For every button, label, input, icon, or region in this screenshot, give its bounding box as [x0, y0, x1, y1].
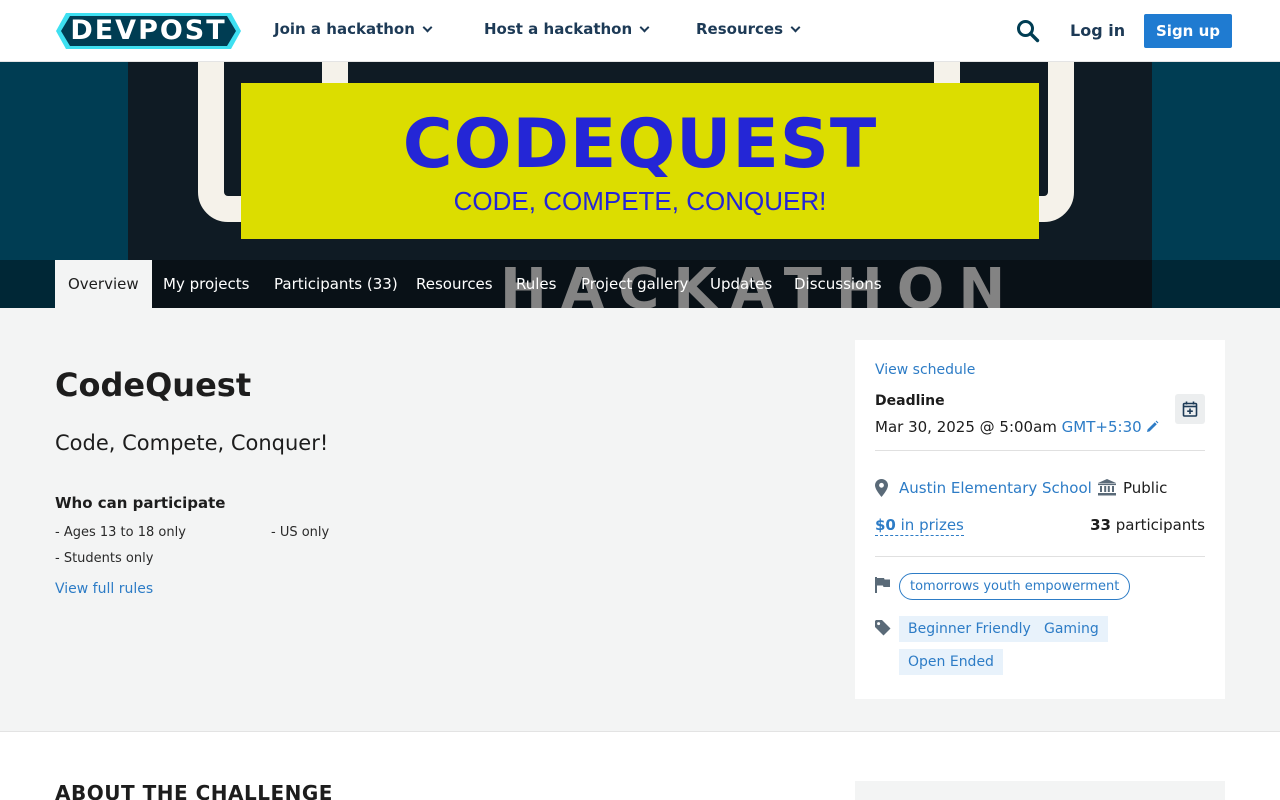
tab-participants[interactable]: Participants (33) — [274, 260, 398, 308]
bank-icon — [1098, 479, 1116, 496]
pencil-icon[interactable] — [1145, 420, 1159, 434]
tab-my-projects[interactable]: My projects — [163, 260, 249, 308]
view-schedule-link[interactable]: View schedule — [875, 362, 975, 378]
about-section: ABOUT THE CHALLENGE — [0, 731, 1280, 800]
eligibility-item: - Students only — [55, 551, 154, 566]
chevron-down-icon — [422, 22, 433, 33]
eligibility-item: - US only — [271, 525, 330, 540]
theme-tag[interactable]: Gaming — [1035, 616, 1108, 642]
flag-icon — [875, 577, 890, 593]
tag-icon — [875, 620, 891, 636]
sidebar-divider — [875, 450, 1205, 451]
participant-count-number: 33 — [1090, 516, 1111, 534]
eligibility-item-text: Ages 13 to 18 only — [63, 525, 186, 540]
prizes-link[interactable]: $0 in prizes — [875, 516, 964, 536]
challenge-tagline: Code, Compete, Conquer! — [55, 431, 329, 455]
challenge-tab-bar: Overview My projects Participants (33) R… — [0, 260, 1280, 308]
nav-host-hackathon[interactable]: Host a hackathon — [484, 20, 650, 38]
nav-join-hackathon[interactable]: Join a hackathon — [274, 20, 433, 38]
timezone-link[interactable]: GMT+5:30 — [1062, 418, 1142, 436]
lower-sidebar-card — [855, 781, 1225, 800]
eligibility-item-text: US only — [279, 525, 330, 540]
nav-resources-label: Resources — [696, 20, 784, 38]
participant-count: 33 participants — [1090, 516, 1205, 534]
tab-overview[interactable]: Overview — [55, 260, 152, 308]
chevron-down-icon — [790, 22, 801, 33]
about-heading: ABOUT THE CHALLENGE — [55, 781, 333, 800]
calendar-add-icon — [1182, 401, 1198, 417]
nav-resources[interactable]: Resources — [696, 20, 801, 38]
logo-text: DEVPOST — [70, 15, 227, 46]
tab-resources[interactable]: Resources — [416, 260, 493, 308]
page-title: CodeQuest — [55, 366, 252, 404]
eligibility-item-text: Students only — [63, 551, 154, 566]
login-link[interactable]: Log in — [1070, 21, 1125, 40]
challenge-sidebar: View schedule Deadline Mar 30, 2025 @ 5:… — [855, 340, 1225, 699]
nav-host-hackathon-label: Host a hackathon — [484, 20, 633, 38]
deadline-label: Deadline — [875, 393, 945, 409]
tab-rules[interactable]: Rules — [516, 260, 556, 308]
view-full-rules-link[interactable]: View full rules — [55, 581, 153, 597]
theme-tag[interactable]: Beginner Friendly — [899, 616, 1040, 642]
participant-count-suffix: participants — [1110, 516, 1205, 534]
signup-button[interactable]: Sign up — [1144, 14, 1232, 48]
add-to-calendar-button[interactable] — [1175, 394, 1205, 424]
location-link[interactable]: Austin Elementary School — [899, 479, 1092, 497]
nav-join-hackathon-label: Join a hackathon — [274, 20, 415, 38]
deadline-date: Mar 30, 2025 @ 5:00am — [875, 418, 1057, 436]
theme-tag[interactable]: Open Ended — [899, 649, 1003, 675]
tab-project-gallery[interactable]: Project gallery — [581, 260, 688, 308]
poster-subtitle: CODE, COMPETE, CONQUER! — [453, 186, 827, 216]
search-icon[interactable] — [1016, 19, 1040, 43]
banner-poster: CODEQUEST CODE, COMPETE, CONQUER! — [241, 83, 1039, 239]
tab-discussions[interactable]: Discussions — [794, 260, 882, 308]
deadline-value: Mar 30, 2025 @ 5:00am GMT+5:30 — [875, 418, 1159, 436]
chevron-down-icon — [639, 22, 650, 33]
prize-suffix: in prizes — [895, 516, 964, 534]
top-navigation: DEVPOST Join a hackathon Host a hackatho… — [0, 0, 1280, 62]
poster-title: CODEQUEST — [402, 105, 878, 184]
prize-amount: $0 — [875, 516, 896, 534]
devpost-logo[interactable]: DEVPOST — [56, 13, 241, 49]
eligibility-item: - Ages 13 to 18 only — [55, 525, 186, 540]
eligibility-heading: Who can participate — [55, 494, 226, 512]
host-organization-link[interactable]: tomorrows youth empowerment — [899, 573, 1131, 600]
tab-updates[interactable]: Updates — [710, 260, 772, 308]
location-pin-icon — [875, 479, 888, 497]
visibility-status: Public — [1123, 479, 1168, 497]
sidebar-divider — [875, 556, 1205, 557]
